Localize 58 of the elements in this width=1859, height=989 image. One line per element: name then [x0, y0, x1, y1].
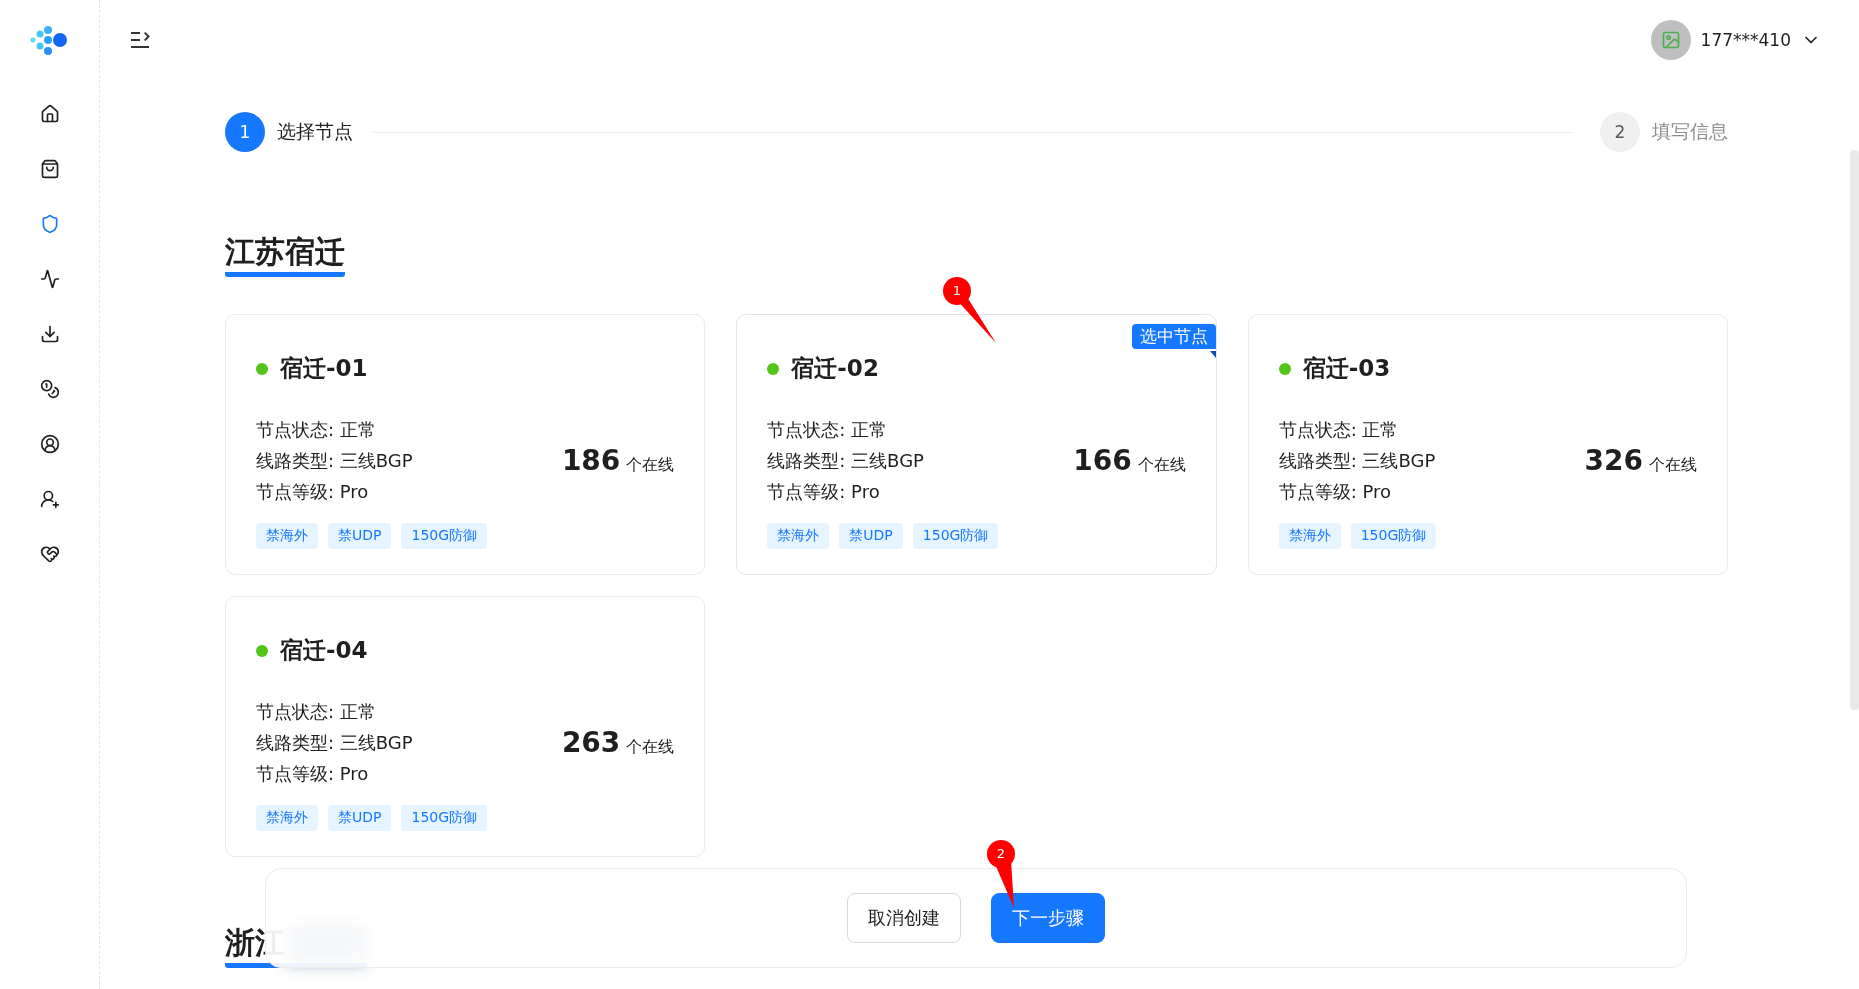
node-tag: 禁海外 [256, 805, 318, 831]
node-info: 节点状态: 正常 [767, 418, 889, 442]
node-info: 线路类型: 三线BGP [256, 731, 413, 755]
node-info: 线路类型: 三线BGP [767, 449, 924, 473]
selected-badge: 选中节点 [1131, 324, 1216, 349]
broken-image-icon [1660, 30, 1681, 50]
user-name[interactable]: 177***410 [1700, 30, 1791, 50]
node-card[interactable]: 选中节点 宿迁-02 节点状态: 正常 线路类型: 三线BGP 节点等级: Pro 166 个在线 禁海外 禁UDP 150G防御 [736, 314, 1217, 575]
online-count: 186 [561, 444, 621, 477]
avatar[interactable] [1650, 20, 1691, 60]
node-card[interactable]: 宿迁-01 节点状态: 正常 线路类型: 三线BGP 节点等级: Pro 186 个在线 禁海外 禁UDP 150G防御 [225, 314, 706, 575]
node-tag: 150G防御 [401, 523, 488, 549]
node-info: 线路类型: 三线BGP [256, 449, 413, 473]
coins-icon [39, 379, 60, 399]
node-tag: 150G防御 [912, 523, 999, 549]
step-label: 选择节点 [277, 119, 353, 144]
home-icon [39, 104, 60, 124]
node-tag: 禁UDP [328, 805, 392, 831]
online-label: 个在线 [626, 455, 675, 476]
node-info: 节点状态: 正常 [1278, 418, 1400, 442]
node-tag: 150G防御 [401, 805, 488, 831]
online-label: 个在线 [626, 737, 675, 758]
node-name: 宿迁-03 [1302, 354, 1391, 383]
online-count: 263 [561, 726, 621, 759]
node-name: 宿迁-01 [280, 354, 368, 383]
node-info: 节点等级: Pro [256, 762, 370, 786]
step-label: 填写信息 [1652, 119, 1728, 144]
next-button[interactable]: 下一步骤 [991, 893, 1105, 943]
online-count: 326 [1584, 444, 1643, 477]
node-card[interactable]: 宿迁-04 节点状态: 正常 线路类型: 三线BGP 节点等级: Pro 263 个在线 禁海外 禁UDP 150G防御 [225, 596, 706, 857]
node-info: 节点等级: Pro [1278, 480, 1392, 504]
node-tag: 禁UDP [839, 523, 903, 549]
step-number: 1 [225, 112, 265, 152]
node-tag: 禁海外 [767, 523, 830, 549]
user-plus-icon [39, 489, 60, 509]
node-tag: 禁UDP [328, 523, 392, 549]
region-title: 江苏宿迁 [225, 232, 345, 277]
pulse-icon [39, 269, 60, 289]
download-icon [39, 324, 60, 344]
online-count: 166 [1073, 444, 1132, 477]
node-info: 节点等级: Pro [256, 480, 370, 504]
bag-icon [39, 159, 60, 179]
node-name: 宿迁-02 [791, 354, 879, 383]
node-card[interactable]: 宿迁-03 节点状态: 正常 线路类型: 三线BGP 节点等级: Pro 326 个在线 禁海外 150G防御 [1247, 314, 1728, 575]
node-tag: 禁海外 [1278, 523, 1341, 549]
node-info: 节点等级: Pro [767, 480, 881, 504]
node-info: 节点状态: 正常 [256, 700, 377, 724]
node-info: 节点状态: 正常 [256, 418, 377, 442]
node-name: 宿迁-04 [280, 636, 368, 665]
cancel-button[interactable]: 取消创建 [847, 893, 961, 943]
node-tag: 禁海外 [256, 523, 318, 549]
user-circle-icon [39, 434, 60, 454]
node-info: 线路类型: 三线BGP [1278, 449, 1436, 473]
online-label: 个在线 [1649, 455, 1697, 476]
online-label: 个在线 [1137, 455, 1186, 476]
step-number: 2 [1600, 112, 1640, 152]
heart-handshake-icon [39, 544, 60, 564]
node-tag: 150G防御 [1350, 523, 1437, 549]
